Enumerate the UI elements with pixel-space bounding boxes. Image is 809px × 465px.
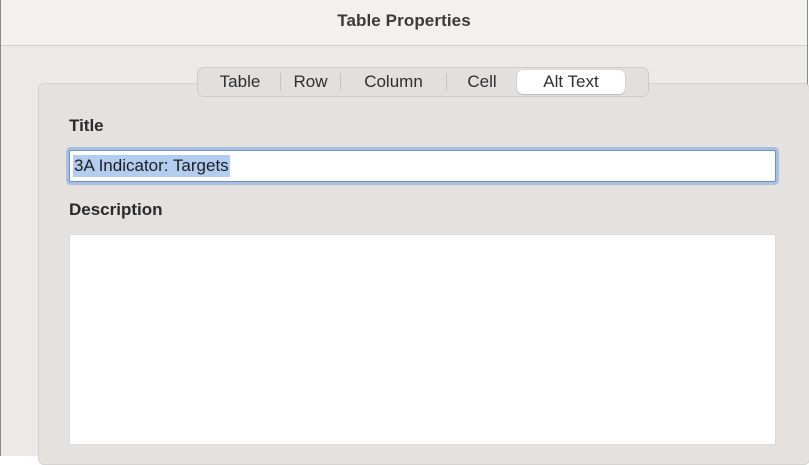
description-textarea[interactable] [69, 234, 776, 445]
tab-row[interactable]: Row [281, 70, 340, 94]
tab-bar: Table Row Column Cell Alt Text [197, 67, 649, 97]
table-properties-dialog: Table Properties Table Row Column Cell A… [0, 0, 809, 465]
title-input[interactable]: 3A Indicator: Targets [69, 150, 776, 182]
tab-column[interactable]: Column [341, 70, 446, 94]
title-field-label: Title [69, 116, 104, 135]
title-bar: Table Properties [1, 0, 807, 46]
window-title: Table Properties [337, 11, 471, 30]
tab-cell[interactable]: Cell [447, 70, 517, 94]
tab-alt-text[interactable]: Alt Text [517, 70, 625, 94]
description-field-label: Description [69, 200, 163, 219]
title-input-value: 3A Indicator: Targets [73, 155, 230, 177]
tab-table[interactable]: Table [200, 70, 280, 94]
